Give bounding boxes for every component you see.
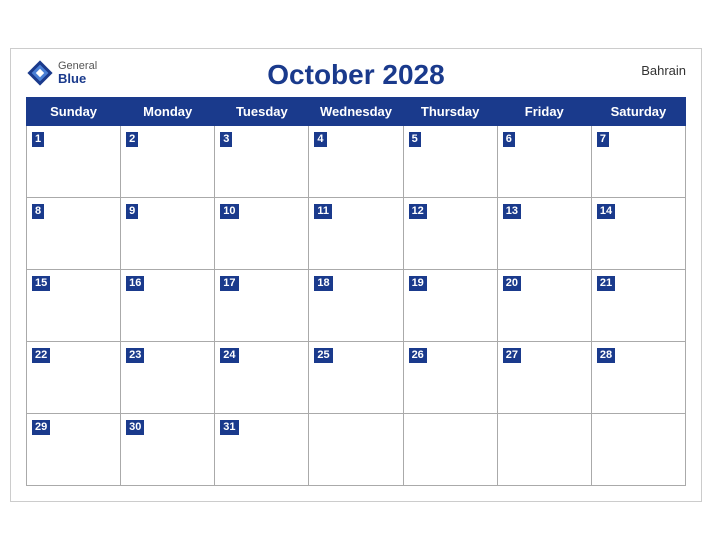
day-cell xyxy=(497,414,591,486)
day-cell: 13 xyxy=(497,198,591,270)
header-sunday: Sunday xyxy=(27,98,121,126)
day-number: 13 xyxy=(503,204,521,219)
day-cell: 25 xyxy=(309,342,403,414)
day-number: 2 xyxy=(126,132,138,147)
day-cell: 20 xyxy=(497,270,591,342)
logo-icon xyxy=(26,59,54,87)
day-number: 6 xyxy=(503,132,515,147)
calendar-header: General Blue October 2028 Bahrain xyxy=(26,59,686,91)
day-number: 28 xyxy=(597,348,615,363)
calendar-title: October 2028 xyxy=(267,59,444,91)
day-cell: 23 xyxy=(121,342,215,414)
day-cell: 15 xyxy=(27,270,121,342)
header-friday: Friday xyxy=(497,98,591,126)
logo-text: General Blue xyxy=(58,60,97,86)
calendar-table: Sunday Monday Tuesday Wednesday Thursday… xyxy=(26,97,686,486)
logo-area: General Blue xyxy=(26,59,97,87)
day-number: 18 xyxy=(314,276,332,291)
header-saturday: Saturday xyxy=(591,98,685,126)
day-cell: 22 xyxy=(27,342,121,414)
week-row-1: 1 2 3 4 5 6 7 xyxy=(27,126,686,198)
day-cell: 21 xyxy=(591,270,685,342)
week-row-2: 8 9 10 11 12 13 14 xyxy=(27,198,686,270)
day-number: 4 xyxy=(314,132,326,147)
day-number: 1 xyxy=(32,132,44,147)
day-cell: 28 xyxy=(591,342,685,414)
day-cell: 3 xyxy=(215,126,309,198)
day-number: 23 xyxy=(126,348,144,363)
day-cell: 5 xyxy=(403,126,497,198)
day-number: 21 xyxy=(597,276,615,291)
day-number: 7 xyxy=(597,132,609,147)
day-cell: 16 xyxy=(121,270,215,342)
day-number: 5 xyxy=(409,132,421,147)
day-cell xyxy=(309,414,403,486)
day-cell: 6 xyxy=(497,126,591,198)
day-number: 10 xyxy=(220,204,238,219)
header-monday: Monday xyxy=(121,98,215,126)
day-number: 9 xyxy=(126,204,138,219)
day-number: 16 xyxy=(126,276,144,291)
day-cell: 2 xyxy=(121,126,215,198)
day-number: 11 xyxy=(314,204,332,219)
day-number: 3 xyxy=(220,132,232,147)
day-cell: 17 xyxy=(215,270,309,342)
day-cell: 9 xyxy=(121,198,215,270)
week-row-3: 15 16 17 18 19 20 21 xyxy=(27,270,686,342)
day-cell: 11 xyxy=(309,198,403,270)
day-cell xyxy=(403,414,497,486)
day-cell: 24 xyxy=(215,342,309,414)
day-cell: 14 xyxy=(591,198,685,270)
day-number: 17 xyxy=(220,276,238,291)
day-cell: 27 xyxy=(497,342,591,414)
day-cell: 30 xyxy=(121,414,215,486)
day-cell: 4 xyxy=(309,126,403,198)
week-row-4: 22 23 24 25 26 27 28 xyxy=(27,342,686,414)
country-label: Bahrain xyxy=(641,63,686,78)
day-cell: 18 xyxy=(309,270,403,342)
day-cell: 31 xyxy=(215,414,309,486)
week-row-5: 29 30 31 xyxy=(27,414,686,486)
day-cell: 19 xyxy=(403,270,497,342)
day-number: 25 xyxy=(314,348,332,363)
day-cell: 7 xyxy=(591,126,685,198)
day-number: 26 xyxy=(409,348,427,363)
day-cell: 12 xyxy=(403,198,497,270)
days-header-row: Sunday Monday Tuesday Wednesday Thursday… xyxy=(27,98,686,126)
day-number: 27 xyxy=(503,348,521,363)
day-number: 12 xyxy=(409,204,427,219)
day-number: 29 xyxy=(32,420,50,435)
day-cell: 26 xyxy=(403,342,497,414)
day-number: 19 xyxy=(409,276,427,291)
day-cell: 10 xyxy=(215,198,309,270)
day-cell: 1 xyxy=(27,126,121,198)
day-number: 24 xyxy=(220,348,238,363)
day-cell: 29 xyxy=(27,414,121,486)
header-wednesday: Wednesday xyxy=(309,98,403,126)
day-number: 8 xyxy=(32,204,44,219)
day-number: 20 xyxy=(503,276,521,291)
day-number: 30 xyxy=(126,420,144,435)
day-number: 31 xyxy=(220,420,238,435)
logo-blue-text: Blue xyxy=(58,72,97,86)
header-thursday: Thursday xyxy=(403,98,497,126)
day-cell xyxy=(591,414,685,486)
header-tuesday: Tuesday xyxy=(215,98,309,126)
month-year-title: October 2028 xyxy=(267,59,444,91)
day-number: 22 xyxy=(32,348,50,363)
day-number: 14 xyxy=(597,204,615,219)
day-cell: 8 xyxy=(27,198,121,270)
day-number: 15 xyxy=(32,276,50,291)
calendar-container: General Blue October 2028 Bahrain Sunday… xyxy=(10,48,702,502)
